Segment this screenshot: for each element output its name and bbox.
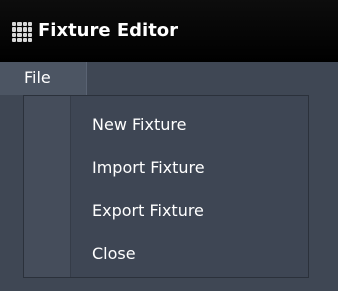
file-menu-button[interactable]: File [0, 62, 87, 95]
menu-item-close[interactable]: Close [70, 235, 308, 275]
title-bar[interactable]: Fixture Editor [0, 0, 338, 62]
menu-item-label: Close [92, 244, 136, 263]
file-dropdown-menu: New Fixture Import Fixture Export Fixtur… [23, 95, 309, 278]
menu-icon-gutter [24, 96, 71, 277]
file-menu-label: File [24, 68, 51, 87]
window-title: Fixture Editor [38, 20, 179, 41]
menu-item-export-fixture[interactable]: Export Fixture [70, 192, 308, 232]
menu-item-label: New Fixture [92, 115, 187, 134]
fixture-editor-window: Fixture Editor File New Fixture Import F… [0, 0, 338, 291]
menu-bar: File [0, 62, 338, 95]
menu-item-label: Export Fixture [92, 201, 204, 220]
menu-item-label: Import Fixture [92, 158, 205, 177]
menu-item-import-fixture[interactable]: Import Fixture [70, 149, 308, 189]
menu-item-new-fixture[interactable]: New Fixture [70, 106, 308, 146]
grid-icon [12, 22, 32, 42]
